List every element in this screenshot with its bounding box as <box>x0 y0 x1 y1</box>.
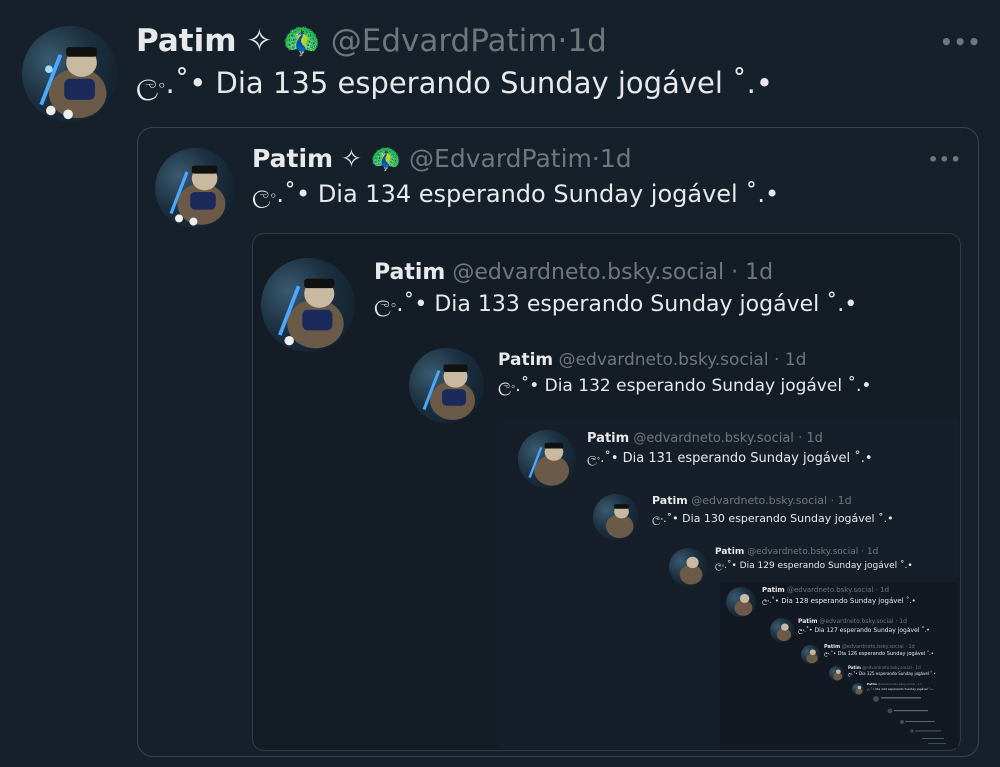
handle: @edvardneto.bsky.social <box>558 350 769 370</box>
more-options-icon[interactable]: ••• <box>940 30 981 54</box>
separator: · <box>773 350 780 370</box>
timestamp: 1d <box>880 586 890 594</box>
timestamp: 1d <box>917 682 922 686</box>
display-name: Patim <box>652 494 688 507</box>
tail-avatar <box>910 729 914 733</box>
avatar[interactable] <box>22 26 118 122</box>
post-text: ලං.˚• Dia 130 esperando Sunday jogável ˚… <box>652 512 894 525</box>
tail-line <box>894 710 928 712</box>
separator: · <box>798 431 803 446</box>
separator: · <box>557 23 568 59</box>
tail-avatar <box>887 708 893 714</box>
handle: @edvardneto.bsky.social <box>691 494 828 507</box>
display-name: Patim <box>762 586 785 594</box>
avatar-image <box>169 165 226 226</box>
handle: @edvardneto.bsky.social <box>841 644 904 650</box>
handle: @EdvardPatim <box>409 144 592 173</box>
timestamp: 1d <box>908 644 915 650</box>
avatar-image <box>39 47 107 120</box>
post-text: ලං.˚• Dia 133 esperando Sunday jogável ˚… <box>374 292 858 317</box>
handle: @edvardneto.bsky.social <box>786 586 874 594</box>
avatar <box>801 645 820 664</box>
avatar <box>726 587 756 617</box>
timestamp: 1d <box>784 350 807 370</box>
post-text: ලං.˚• Dia 124 esperando Sunday jogável ˚… <box>867 687 933 691</box>
handle: @edvardneto.bsky.social <box>452 260 725 285</box>
separator: · <box>731 260 739 285</box>
timestamp: 1d <box>806 431 823 446</box>
display-name: Patim <box>498 350 554 370</box>
timestamp: 1d <box>599 144 632 173</box>
post-text: ලං.˚• Dia 129 esperando Sunday jogável ˚… <box>715 561 913 571</box>
post-text: ලං.˚• Dia 131 esperando Sunday jogável ˚… <box>587 451 873 466</box>
separator: · <box>591 144 600 173</box>
post-text: ලං.˚• Dia 127 esperando Sunday jogável ˚… <box>798 627 930 634</box>
display-name: Patim <box>867 682 877 686</box>
post-text: ලං.˚• Dia 125 esperando Sunday jogável ˚… <box>848 671 936 676</box>
separator: · <box>830 494 835 507</box>
display-name: Patim <box>798 618 818 625</box>
display-name: Patim <box>824 644 841 650</box>
tail-line <box>881 697 921 699</box>
tail-avatar <box>900 720 904 724</box>
avatar <box>593 494 639 540</box>
tail-avatar <box>873 696 879 702</box>
timestamp: 1d <box>866 547 879 557</box>
tail-line <box>915 730 941 732</box>
avatar <box>518 430 576 488</box>
timestamp[interactable]: 1d <box>567 23 606 59</box>
display-name: Patim <box>252 144 334 173</box>
display-name: Patim <box>587 431 630 446</box>
handle[interactable]: @EdvardPatim <box>331 23 558 59</box>
avatar <box>261 258 355 352</box>
display-name: Patim <box>374 260 446 285</box>
tail-line <box>905 721 935 722</box>
separator: · <box>895 618 898 625</box>
sparkle-icon: ✧ <box>341 144 362 173</box>
display-name: Patim <box>715 547 745 557</box>
recursion-tail <box>873 696 946 744</box>
tail-line <box>928 743 946 744</box>
avatar <box>852 683 864 695</box>
peacock-icon: 🦚 <box>369 144 402 173</box>
post-text: ලං.˚• Dia 126 esperando Sunday jogável ˚… <box>824 651 934 657</box>
timestamp: 1d <box>745 260 774 285</box>
handle: @edvardneto.bsky.social <box>877 682 915 686</box>
separator: · <box>875 586 878 594</box>
tail-line <box>922 738 944 739</box>
separator: · <box>905 644 907 650</box>
post-text: ලං.˚• Dia 128 esperando Sunday jogável ˚… <box>762 597 916 605</box>
handle: @edvardneto.bsky.social <box>747 547 859 557</box>
post-text: ලං.˚• Dia 134 esperando Sunday jogável ˚… <box>252 180 780 208</box>
display-name[interactable]: Patim <box>136 23 237 59</box>
separator: · <box>861 547 865 557</box>
handle: @edvardneto.bsky.social <box>633 431 794 446</box>
avatar <box>409 348 484 423</box>
post-text: ලං.˚• Dia 132 esperando Sunday jogável ˚… <box>498 376 872 396</box>
avatar <box>829 666 844 681</box>
handle: @edvardneto.bsky.social <box>819 618 894 625</box>
separator: · <box>915 682 917 686</box>
handle: @edvardneto.bsky.social <box>862 665 912 670</box>
timestamp: 1d <box>837 494 852 507</box>
avatar <box>155 148 235 228</box>
separator: · <box>912 665 915 670</box>
timestamp: 1d <box>915 665 921 670</box>
avatar <box>770 618 794 642</box>
display-name: Patim <box>848 665 861 670</box>
more-options-icon[interactable]: ••• <box>928 150 962 169</box>
avatar <box>669 548 707 586</box>
post-text: ලං.˚• Dia 135 esperando Sunday jogável ˚… <box>136 66 773 100</box>
peacock-icon: 🦚 <box>282 23 321 59</box>
sparkle-icon: ✧ <box>246 23 273 59</box>
timestamp: 1d <box>899 618 907 625</box>
